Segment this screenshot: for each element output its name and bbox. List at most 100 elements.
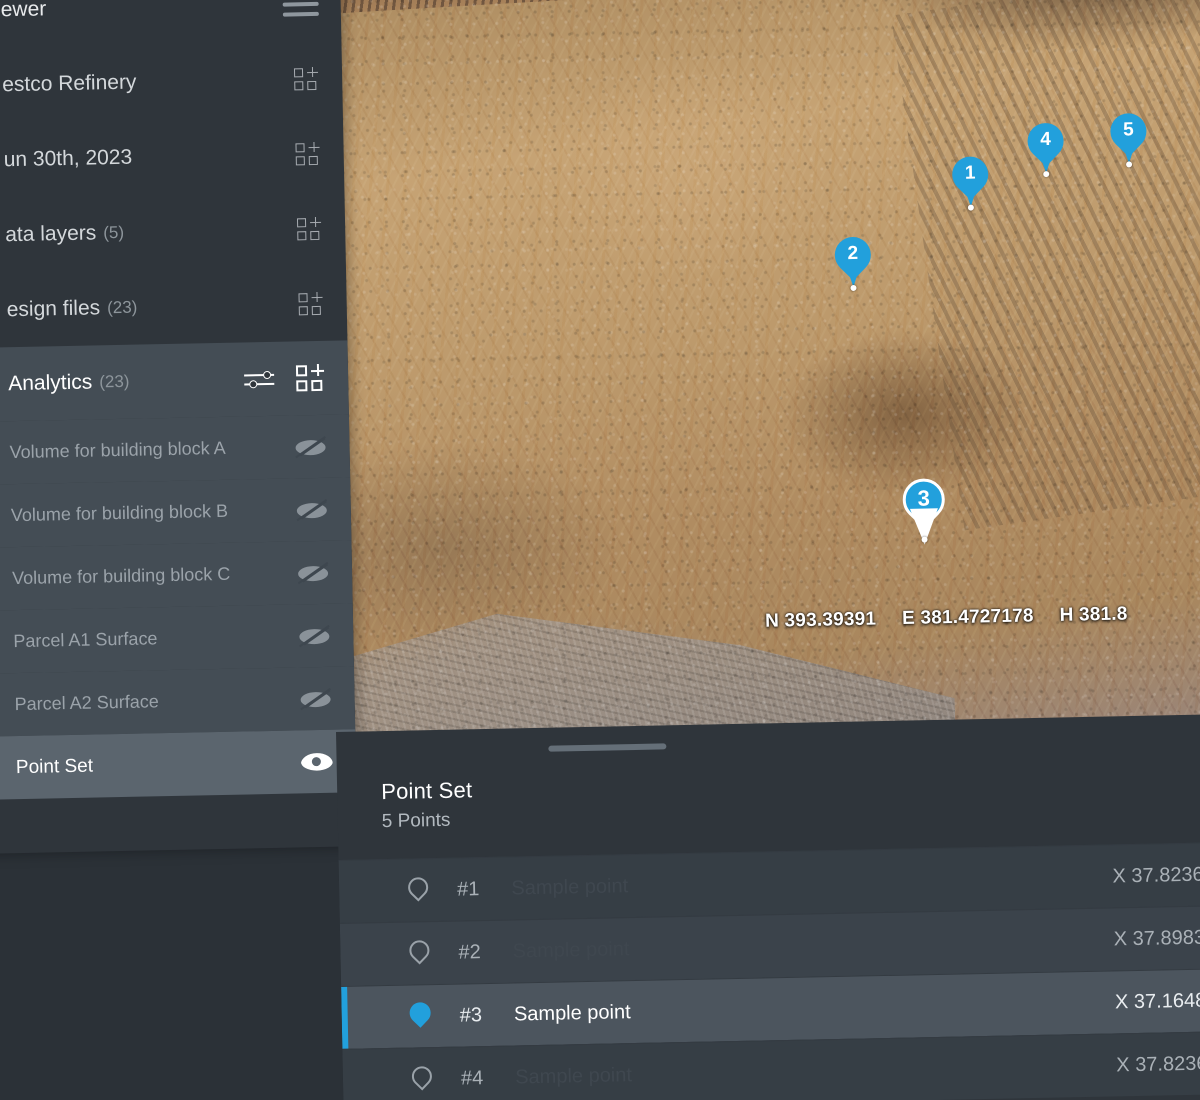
- add-grid-icon[interactable]: [296, 363, 327, 394]
- grid-square: [297, 231, 306, 240]
- grid-square: [311, 380, 322, 391]
- pin-label: 4: [1025, 123, 1066, 158]
- pin-tip: [850, 285, 856, 291]
- hamburger-bar: [283, 12, 319, 17]
- map-pin-1[interactable]: 1: [950, 156, 991, 213]
- coord-north: N 393.39391: [765, 609, 876, 633]
- layer-label: Volume for building block C: [12, 564, 231, 589]
- sidebar-item-site[interactable]: estco Refinery: [0, 40, 343, 123]
- add-grid-icon[interactable]: [297, 215, 324, 242]
- eye-off-icon[interactable]: [293, 434, 327, 459]
- sidebar-item-analytics[interactable]: Analytics (23): [0, 340, 349, 422]
- sidebar-item-label: estco Refinery: [2, 70, 137, 97]
- map-pin-3[interactable]: 3: [899, 478, 948, 547]
- sliders-icon[interactable]: [244, 368, 274, 391]
- point-x: X 37.8236: [1112, 863, 1200, 888]
- grid-square: [307, 80, 316, 89]
- sidebar-item-design-files[interactable]: esign files (23): [0, 265, 347, 348]
- eye-off-icon[interactable]: [298, 686, 332, 711]
- panel-title: Point Set: [381, 777, 473, 805]
- point-name: Sample point: [511, 875, 628, 900]
- panel-header: Point Set 5 Points: [381, 777, 473, 833]
- coord-height: H 381.8: [1059, 604, 1127, 627]
- pin-label: 2: [832, 237, 873, 272]
- sidebar-item-label: un 30th, 2023: [3, 145, 132, 172]
- point-index: #4: [461, 1067, 484, 1090]
- point-index: #3: [459, 1004, 482, 1027]
- layer-label: Parcel A1 Surface: [13, 628, 157, 652]
- eye-off-icon[interactable]: [295, 497, 329, 522]
- pin-tip: [1043, 171, 1049, 177]
- selection-indicator: [341, 987, 348, 1049]
- plus-glyph: [307, 67, 318, 76]
- pin-label: 1: [950, 156, 991, 191]
- grid-square: [309, 155, 318, 164]
- pin-solid-icon: [407, 1002, 434, 1031]
- layer-label: Point Set: [16, 755, 94, 779]
- sidebar-item-count: (23): [107, 297, 138, 318]
- sidebar-item-data-layers[interactable]: ata layers (5): [0, 190, 346, 273]
- slider-knob: [249, 380, 257, 388]
- hamburger-icon[interactable]: [282, 0, 318, 17]
- point-x: X 37.8236: [1116, 1052, 1200, 1077]
- point-name: Sample point: [512, 938, 629, 963]
- point-set-panel: Point Set 5 Points #1 Sample point X 37.…: [336, 714, 1200, 1100]
- layer-row[interactable]: Parcel A2 Surface: [0, 666, 355, 737]
- map-pin-4[interactable]: 4: [1025, 123, 1066, 180]
- grid-square: [312, 305, 321, 314]
- eye-off-icon[interactable]: [297, 623, 331, 648]
- add-grid-icon[interactable]: [298, 290, 325, 317]
- left-sidebar: ewer estco Refinery: [0, 0, 358, 854]
- pin-outline-icon: [406, 940, 433, 967]
- grid-square: [295, 143, 304, 152]
- plus-glyph: [311, 365, 324, 376]
- grid-square: [296, 365, 307, 376]
- quarry-bench: [300, 0, 1200, 22]
- eye-off-icon[interactable]: [296, 560, 330, 585]
- app-root: 1 2 3 4 5 N 393.3: [0, 0, 1200, 1100]
- grid-square: [298, 293, 307, 302]
- pin-label: 3: [899, 478, 948, 519]
- layer-row[interactable]: Volume for building block C: [0, 540, 353, 611]
- layer-row-point-set[interactable]: Point Set: [0, 729, 357, 800]
- grid-square: [296, 156, 305, 165]
- map-pin-2[interactable]: 2: [832, 237, 873, 294]
- sidebar-item-label: ata layers: [5, 221, 97, 247]
- point-x: X 37.1648: [1115, 989, 1200, 1014]
- haul-road: [891, 0, 1200, 530]
- sidebar-item-date[interactable]: un 30th, 2023: [0, 115, 344, 198]
- point-name: Sample point: [514, 1001, 631, 1026]
- layer-label: Volume for building block B: [11, 501, 229, 526]
- layer-row[interactable]: Parcel A1 Surface: [0, 603, 354, 674]
- hamburger-bar: [283, 2, 319, 7]
- grid-square: [299, 306, 308, 315]
- layer-row[interactable]: Volume for building block B: [0, 477, 351, 548]
- add-grid-icon[interactable]: [294, 65, 321, 92]
- grid-square: [294, 81, 303, 90]
- eye-on-icon[interactable]: [300, 749, 334, 774]
- pin-outline-icon: [405, 877, 432, 904]
- pin-tip: [968, 205, 974, 211]
- pin-outline-icon: [409, 1066, 436, 1093]
- grid-square: [297, 218, 306, 227]
- sidebar-item-count: (23): [99, 372, 130, 393]
- coord-east: E 381.4727178: [902, 605, 1034, 630]
- pin-label: 5: [1108, 113, 1149, 148]
- grid-square: [310, 230, 319, 239]
- slider-knob: [263, 370, 271, 378]
- layer-row[interactable]: Volume for building block A: [0, 414, 350, 485]
- point-x: X 37.8983: [1114, 926, 1200, 951]
- app-title: ewer: [0, 0, 46, 22]
- grid-square: [296, 380, 307, 391]
- panel-drag-handle[interactable]: [548, 743, 666, 751]
- plus-glyph: [311, 292, 322, 301]
- map-pin-5[interactable]: 5: [1108, 113, 1149, 170]
- point-name: Sample point: [515, 1064, 632, 1089]
- point-list: #1 Sample point X 37.8236 Y #2 Sample po…: [339, 842, 1200, 1100]
- map-viewport[interactable]: 1 2 3 4 5 N 393.3: [300, 0, 1200, 760]
- terrain-imagery: [300, 0, 1200, 760]
- point-index: #1: [457, 878, 480, 901]
- pin-tip: [1126, 161, 1132, 167]
- add-grid-icon[interactable]: [295, 140, 322, 167]
- grid-square: [294, 68, 303, 77]
